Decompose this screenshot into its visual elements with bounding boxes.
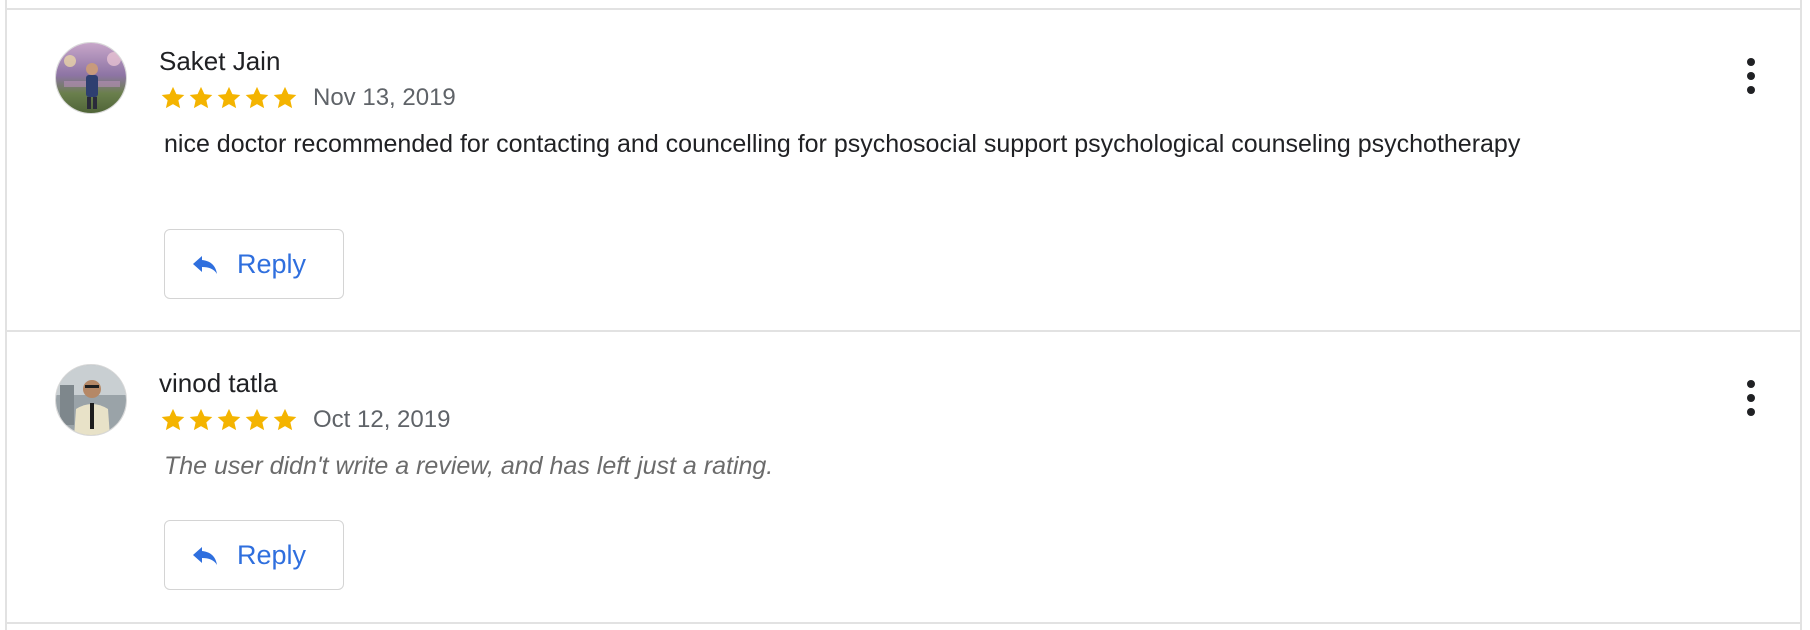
reviewer-name: Saket Jain	[159, 46, 281, 76]
reply-label: Reply	[237, 248, 307, 279]
reply-label: Reply	[237, 539, 307, 570]
review-card: Saket Jain Nov 13, 2019 nice doctor reco…	[7, 8, 1800, 332]
review-text: nice doctor recommended for contacting a…	[164, 130, 1521, 158]
user-avatar-icon	[56, 365, 126, 435]
star-icon	[161, 86, 185, 109]
star-icon	[217, 408, 241, 431]
star-icon	[245, 86, 269, 109]
star-icon	[245, 408, 269, 431]
star-icon	[189, 408, 213, 431]
reviewer-name: vinod tatla	[159, 368, 278, 398]
star-icon	[273, 408, 297, 431]
divider	[7, 622, 1800, 624]
rating-row: Oct 12, 2019	[159, 405, 450, 435]
review-date: Oct 12, 2019	[313, 406, 451, 433]
review-card: vinod tatla Oct 12, 2019 The user didn't…	[7, 330, 1800, 624]
user-avatar-icon	[56, 43, 126, 113]
reply-button[interactable]: Reply	[164, 229, 344, 299]
reply-button[interactable]: Reply	[164, 520, 344, 590]
rating-row: Nov 13, 2019	[159, 83, 456, 113]
review-date: Nov 13, 2019	[313, 84, 456, 111]
star-icon	[273, 86, 297, 109]
star-icon	[161, 408, 185, 431]
star-rating	[159, 406, 299, 434]
reply-arrow-icon	[193, 547, 217, 565]
more-vertical-icon[interactable]	[1737, 376, 1765, 420]
review-text: The user didn't write a review, and has …	[164, 452, 774, 480]
avatar[interactable]	[55, 364, 127, 436]
reply-arrow-icon	[193, 256, 217, 274]
reviews-panel: Saket Jain Nov 13, 2019 nice doctor reco…	[5, 0, 1802, 630]
more-vertical-icon[interactable]	[1737, 54, 1765, 98]
star-rating	[159, 84, 299, 112]
star-icon	[217, 86, 241, 109]
avatar[interactable]	[55, 42, 127, 114]
star-icon	[189, 86, 213, 109]
